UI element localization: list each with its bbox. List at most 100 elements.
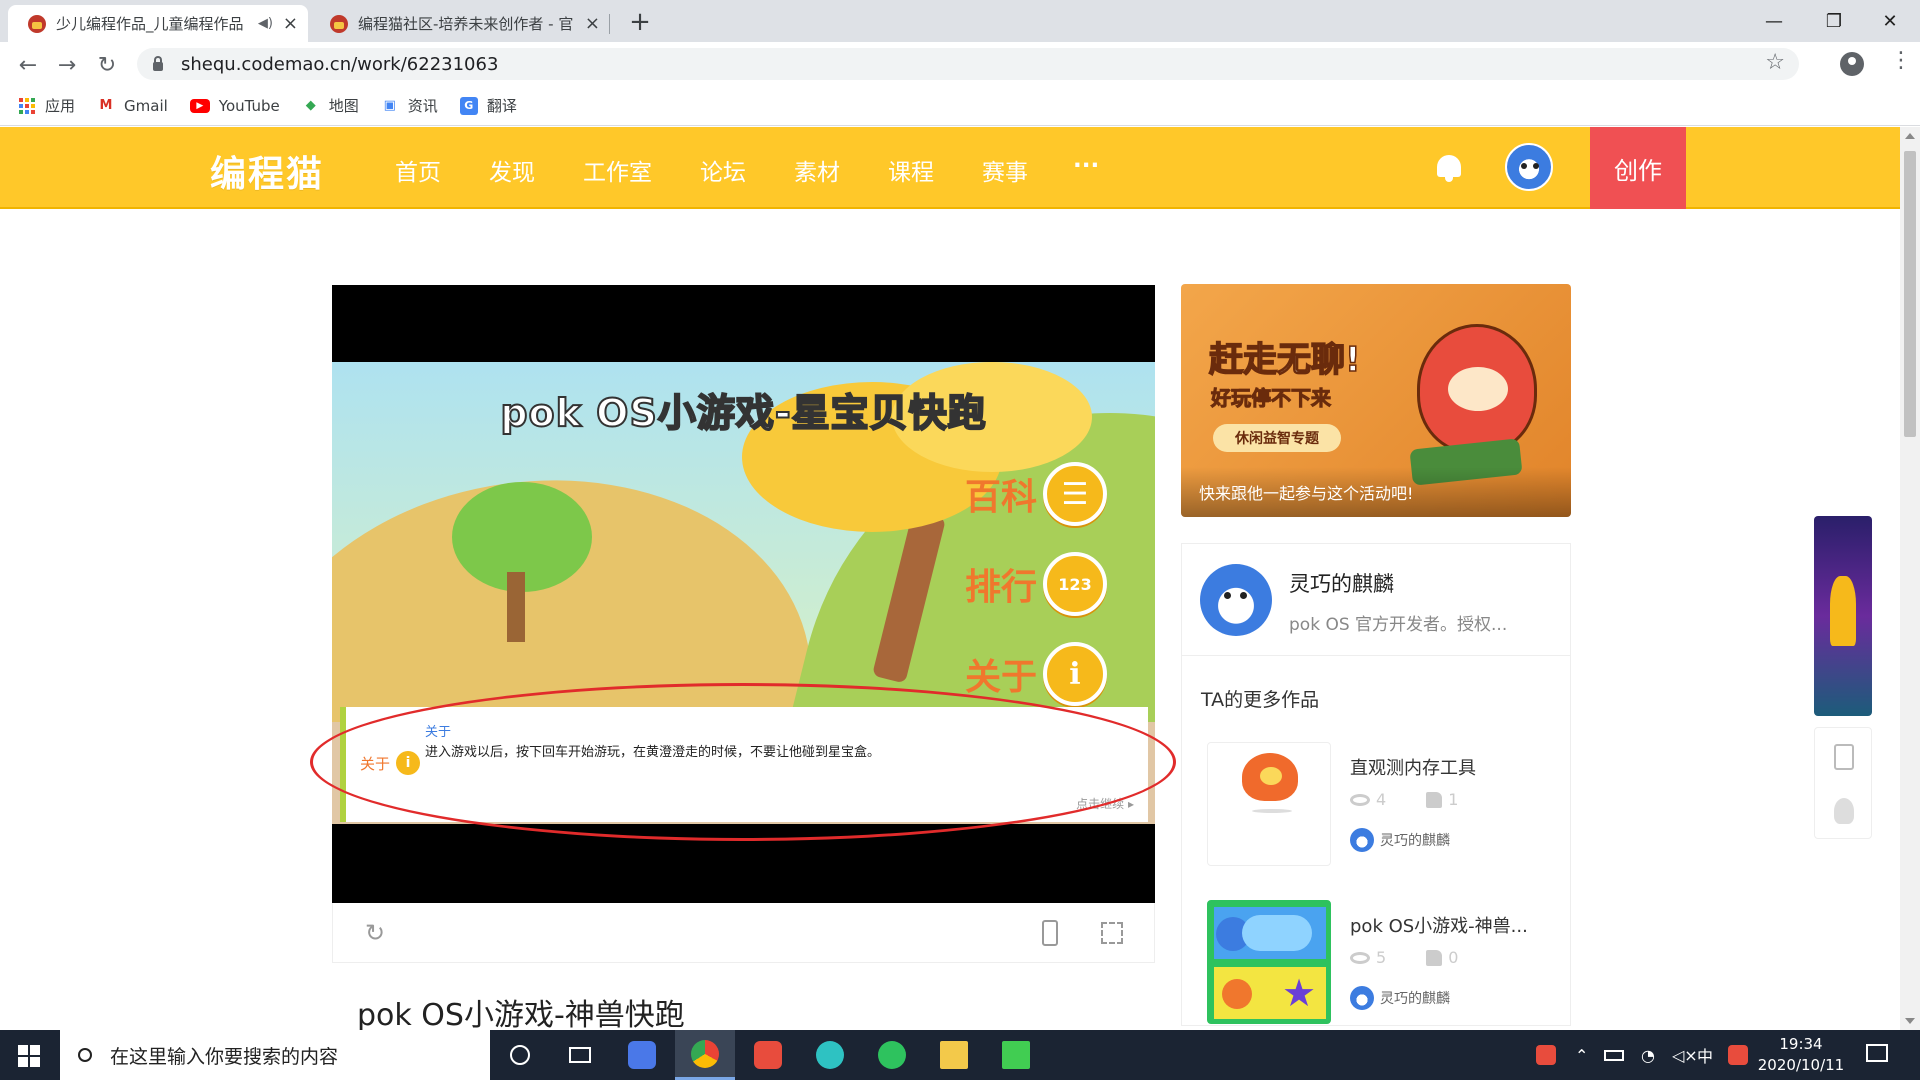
speaker-icon[interactable]: ◀)	[258, 16, 273, 31]
work-name[interactable]: pok OS小游戏-神兽...	[1350, 912, 1528, 938]
mobile-icon[interactable]	[1834, 744, 1854, 770]
game-menu-ranking[interactable]: 排行 123	[965, 552, 1107, 616]
volume-mute-icon[interactable]: ◁×	[1672, 1030, 1698, 1080]
chrome-icon[interactable]	[675, 1030, 735, 1080]
profile-icon[interactable]	[1840, 52, 1864, 76]
url-text[interactable]: shequ.codemao.cn/work/62231063	[181, 54, 498, 75]
browser-app-icon[interactable]	[800, 1030, 860, 1080]
more-works-title: TA的更多作品	[1201, 689, 1320, 711]
menu-label: 百科	[964, 477, 1037, 518]
about-dialog[interactable]: 关于 i 关于 进入游戏以后，按下回车开始游玩，在黄澄澄走的时候，不要让他碰到星…	[340, 707, 1148, 822]
bookmark-apps[interactable]: 应用	[18, 95, 75, 116]
close-tab-icon[interactable]: ×	[283, 13, 298, 34]
game-player[interactable]: pok OS小游戏-星宝贝快跑 百科 ☰ 排行 123 关于 i 关于 i 关于…	[310, 285, 1176, 903]
list-item[interactable]: ★ pok OS小游戏-神兽... 5 0 灵巧的麒麟	[1207, 900, 1557, 1024]
page-scrollbar[interactable]	[1900, 127, 1920, 1030]
nav-forum[interactable]: 论坛	[700, 153, 746, 187]
work-author-name: 灵巧的麒麟	[1380, 991, 1450, 1007]
banner-subtitle: 好玩停不下来	[1211, 386, 1332, 411]
thumbs-up-icon	[1426, 791, 1443, 808]
dialog-continue[interactable]: 点击继续 ▸	[1076, 795, 1134, 812]
codemao-app-icon[interactable]	[738, 1030, 798, 1080]
work-thumbnail[interactable]: ★	[1207, 900, 1331, 1024]
event-banner[interactable]: 赶走无聊! 好玩停不下来 休闲益智专题 快来跟他一起参与这个活动吧!	[1181, 284, 1571, 517]
game-menu-about[interactable]: 关于 i	[965, 642, 1107, 706]
wps-icon[interactable]	[612, 1030, 672, 1080]
nav-more[interactable]: ···	[1073, 153, 1099, 179]
bookmark-maps[interactable]: ◆ 地图	[302, 95, 359, 116]
ime-indicator[interactable]: 中	[1697, 1030, 1713, 1080]
bookmark-label: YouTube	[218, 96, 280, 115]
sogou-tray-icon[interactable]	[1536, 1030, 1556, 1080]
nav-courses[interactable]: 课程	[888, 153, 934, 187]
notification-center-icon[interactable]	[1866, 1044, 1888, 1062]
author-card[interactable]: 灵巧的麒麟 pok OS 官方开发者。授权...	[1181, 543, 1571, 656]
scroll-up-arrow-icon[interactable]	[1905, 133, 1915, 139]
work-stats: 5 0	[1350, 948, 1458, 967]
wechat-icon[interactable]	[862, 1030, 922, 1080]
qt-creator-icon[interactable]	[986, 1030, 1046, 1080]
lock-icon[interactable]	[153, 55, 163, 71]
bookmark-translate[interactable]: G 翻译	[459, 95, 517, 116]
game-stage[interactable]: pok OS小游戏-星宝贝快跑 百科 ☰ 排行 123 关于 i 关于 i 关于…	[332, 362, 1155, 824]
sogou-ime-icon[interactable]	[1728, 1030, 1748, 1080]
windows-start-icon[interactable]	[18, 1045, 40, 1067]
work-title: pok OS小游戏-神兽快跑	[357, 998, 685, 1033]
author-name[interactable]: 灵巧的麒麟	[1289, 568, 1394, 598]
bookmark-news[interactable]: ▣ 资讯	[381, 95, 438, 116]
cat-mascot-illustration	[1417, 324, 1537, 454]
nav-home[interactable]: 首页	[395, 153, 441, 187]
restart-icon[interactable]: ↻	[361, 919, 389, 947]
notification-bell-icon[interactable]	[1434, 151, 1464, 183]
reload-button[interactable]: ↻	[93, 51, 121, 79]
author-avatar[interactable]	[1200, 564, 1272, 636]
codemao-logo[interactable]: 编程猫	[210, 145, 324, 197]
nav-events[interactable]: 赛事	[982, 153, 1028, 187]
taskbar-search-input[interactable]: 在这里输入你要搜索的内容	[60, 1030, 490, 1080]
nav-discover[interactable]: 发现	[489, 153, 535, 187]
bird-illustration	[1242, 753, 1298, 801]
list-item[interactable]: 直观测内存工具 4 1 灵巧的麒麟	[1207, 742, 1557, 866]
task-view-icon[interactable]	[550, 1030, 610, 1080]
bookmark-label: 地图	[328, 97, 359, 115]
scroll-down-arrow-icon[interactable]	[1905, 1018, 1915, 1024]
back-button[interactable]: ←	[14, 51, 42, 79]
address-bar[interactable]: shequ.codemao.cn/work/62231063 ☆	[137, 48, 1799, 80]
work-author[interactable]: 灵巧的麒麟	[1350, 828, 1450, 852]
bookmark-youtube[interactable]: ▶ YouTube	[189, 96, 280, 115]
nav-studio[interactable]: 工作室	[583, 153, 652, 187]
close-tab-icon[interactable]: ×	[585, 13, 600, 34]
scrollbar-thumb[interactable]	[1904, 151, 1916, 437]
create-button[interactable]: 创作	[1590, 127, 1686, 209]
bookmark-gmail[interactable]: M Gmail	[97, 97, 168, 115]
cortana-icon[interactable]	[490, 1030, 550, 1080]
game-menu-encyclopedia[interactable]: 百科 ☰	[965, 462, 1107, 526]
qq-icon[interactable]	[1834, 798, 1854, 824]
tray-expand-icon[interactable]: ⌃	[1575, 1030, 1588, 1080]
work-name[interactable]: 直观测内存工具	[1350, 754, 1476, 780]
nav-materials[interactable]: 素材	[794, 153, 840, 187]
site-header: 编程猫 首页 发现 工作室 论坛 素材 课程 赛事 ··· 创作	[0, 127, 1900, 209]
codemao-favicon-icon	[28, 14, 46, 33]
floating-game-ad[interactable]	[1814, 516, 1872, 716]
minimize-button[interactable]: —	[1746, 0, 1802, 42]
close-window-button[interactable]: ✕	[1862, 0, 1918, 42]
browser-menu-icon[interactable]: ⋮	[1890, 48, 1912, 73]
work-thumbnail[interactable]	[1207, 742, 1331, 866]
forward-button[interactable]: →	[53, 51, 81, 79]
tab-codemao-work[interactable]: 少儿编程作品_儿童编程作品 ◀) ×	[8, 5, 308, 42]
wifi-icon[interactable]: ◔	[1641, 1030, 1655, 1080]
fullscreen-icon[interactable]	[1098, 919, 1126, 947]
taskbar-clock[interactable]: 19:34 2020/10/11	[1756, 1034, 1846, 1076]
file-explorer-icon[interactable]	[924, 1030, 984, 1080]
maximize-button[interactable]: ❐	[1806, 0, 1862, 42]
clock-time: 19:34	[1779, 1035, 1823, 1053]
bookmark-star-icon[interactable]: ☆	[1765, 50, 1785, 75]
work-author[interactable]: 灵巧的麒麟	[1350, 986, 1450, 1010]
tab-codemao-community[interactable]: 编程猫社区-培养未来创作者 - 官 ×	[310, 5, 610, 42]
dialog-speaker: 关于 i	[360, 751, 421, 775]
battery-icon[interactable]	[1604, 1030, 1624, 1080]
phone-preview-icon[interactable]	[1036, 919, 1064, 947]
user-avatar[interactable]	[1505, 143, 1553, 191]
new-tab-button[interactable]: +	[625, 7, 655, 37]
